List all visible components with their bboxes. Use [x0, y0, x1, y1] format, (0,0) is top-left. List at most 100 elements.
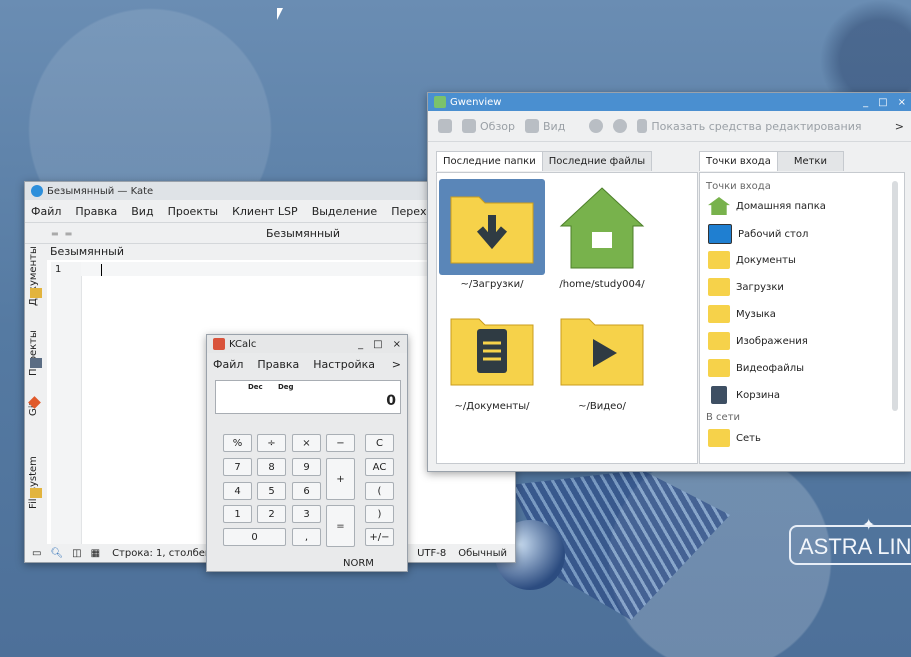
kate-menu-view[interactable]: Вид [131, 205, 153, 218]
tab-back-icon[interactable]: ▬ [51, 229, 59, 238]
kcalc-menu-more-icon[interactable]: > [392, 358, 401, 371]
output-icon[interactable]: ▦ [91, 548, 100, 559]
next-icon[interactable] [613, 119, 628, 133]
place-documents[interactable]: Документы [708, 251, 796, 269]
place-downloads[interactable]: Загрузки [708, 278, 784, 296]
show-editing-label: Показать средства редактирования [651, 119, 862, 133]
place-trash[interactable]: Корзина [708, 386, 780, 404]
places-scrollbar[interactable] [892, 181, 898, 411]
digit-1-button[interactable]: 1 [223, 505, 252, 523]
home-icon[interactable] [438, 119, 452, 133]
kate-menu-edit[interactable]: Правка [75, 205, 117, 218]
folder-home[interactable]: /home/study004/ [549, 179, 655, 290]
place-pictures[interactable]: Изображения [708, 332, 808, 350]
equals-button[interactable]: = [326, 505, 355, 547]
minus-button[interactable]: − [326, 434, 355, 452]
place-trash-label: Корзина [736, 389, 781, 401]
folder-videos-label: ~/Видео/ [578, 401, 626, 412]
gwenview-title: Gwenview [450, 96, 502, 108]
clear-button[interactable]: C [365, 434, 394, 452]
kcalc-menu-file[interactable]: Файл [213, 358, 243, 371]
minimize-icon[interactable]: _ [358, 339, 363, 350]
display-value: 0 [386, 393, 396, 409]
edit-icon [637, 119, 648, 133]
kcalc-titlebar[interactable]: KCalc _ □ × [207, 335, 407, 353]
places-tabs: Точки входа Метки [699, 151, 844, 171]
show-editing-tools-button[interactable]: Показать средства редактирования [637, 119, 861, 133]
kate-menu-lsp[interactable]: Клиент LSP [232, 205, 298, 218]
gwenview-titlebar[interactable]: Gwenview _ □ × [428, 93, 911, 111]
all-clear-button[interactable]: AC [365, 458, 394, 476]
minimize-icon[interactable]: _ [863, 97, 868, 108]
digit-7-button[interactable]: 7 [223, 458, 252, 476]
kcalc-menu-edit[interactable]: Правка [257, 358, 299, 371]
kate-menu-projects[interactable]: Проекты [168, 205, 219, 218]
browse-label: Обзор [480, 119, 516, 133]
place-music-label: Музыка [736, 308, 776, 320]
base-flag: Dec [248, 383, 263, 391]
kate-title: Безымянный — Kate [47, 185, 154, 197]
plus-button[interactable]: + [326, 458, 355, 500]
highlight-mode[interactable]: Обычный [458, 548, 507, 559]
sign-button[interactable]: +/− [365, 528, 394, 546]
tab-forward-icon[interactable]: ▬ [65, 229, 73, 238]
maximize-icon[interactable]: □ [373, 339, 382, 350]
digit-5-button[interactable]: 5 [257, 482, 286, 500]
folder-downloads[interactable]: ~/Загрузки/ [439, 179, 545, 290]
close-icon[interactable]: × [393, 339, 401, 350]
close-icon[interactable]: × [898, 97, 906, 108]
angle-flag: Deg [278, 383, 294, 391]
digit-9-button[interactable]: 9 [292, 458, 321, 476]
decimal-button[interactable]: , [292, 528, 321, 546]
place-home-label: Домашняя папка [736, 200, 826, 212]
tab-places[interactable]: Точки входа [699, 151, 778, 171]
view-button[interactable]: Вид [525, 119, 565, 133]
cursor-position[interactable]: Строка: 1, столбец 1 [112, 548, 221, 559]
home-icon [708, 197, 730, 215]
kate-sidebar: Документы Проекты Git Filesystem [25, 244, 47, 544]
sidebar-tab-filesystem[interactable]: Filesystem [28, 456, 39, 509]
folder-documents[interactable]: ~/Документы/ [439, 301, 545, 412]
place-home[interactable]: Домашняя папка [708, 197, 826, 215]
kate-menu-selection[interactable]: Выделение [312, 205, 378, 218]
open-paren-button[interactable]: ( [365, 482, 394, 500]
digit-6-button[interactable]: 6 [292, 482, 321, 500]
place-music[interactable]: Музыка [708, 305, 776, 323]
place-desktop-label: Рабочий стол [738, 228, 809, 240]
image-icon [525, 119, 540, 133]
tab-recent-folders[interactable]: Последние папки [436, 151, 543, 171]
place-desktop[interactable]: Рабочий стол [708, 224, 808, 244]
folder-videos[interactable]: ~/Видео/ [549, 301, 655, 412]
place-downloads-label: Загрузки [736, 281, 784, 293]
tab-recent-files[interactable]: Последние файлы [541, 151, 653, 171]
close-paren-button[interactable]: ) [365, 505, 394, 523]
kate-menu-file[interactable]: Файл [31, 205, 61, 218]
percent-button[interactable]: % [223, 434, 252, 452]
digit-3-button[interactable]: 3 [292, 505, 321, 523]
multiply-button[interactable]: × [292, 434, 321, 452]
digit-2-button[interactable]: 2 [257, 505, 286, 523]
line-number: 1 [55, 264, 62, 275]
trash-icon [711, 386, 727, 404]
recent-tabs: Последние папки Последние файлы [436, 151, 653, 171]
home-folder-icon [559, 187, 645, 269]
place-network[interactable]: Сеть [708, 429, 761, 447]
divide-button[interactable]: ÷ [257, 434, 286, 452]
panel-icon[interactable]: ◫ [72, 548, 81, 559]
kcalc-display: Dec Deg 0 [215, 380, 401, 414]
digit-0-button[interactable]: 0 [223, 528, 286, 546]
encoding[interactable]: UTF-8 [417, 548, 446, 559]
digit-4-button[interactable]: 4 [223, 482, 252, 500]
tab-tags[interactable]: Метки [776, 151, 844, 171]
digit-8-button[interactable]: 8 [257, 458, 286, 476]
maximize-icon[interactable]: □ [878, 97, 887, 108]
browse-button[interactable]: Обзор [462, 119, 515, 133]
toolbar-overflow-icon[interactable]: > [895, 120, 904, 133]
place-videos[interactable]: Видеофайлы [708, 359, 804, 377]
previous-icon[interactable] [589, 119, 604, 133]
terminal-icon[interactable]: ▭ [32, 548, 41, 559]
search-icon[interactable]: 🔍︎ [50, 548, 63, 559]
line-number-gutter: 1 [51, 262, 82, 544]
kcalc-menu-settings[interactable]: Настройка [313, 358, 375, 371]
sidebar-tab-projects[interactable]: Проекты [28, 330, 39, 376]
